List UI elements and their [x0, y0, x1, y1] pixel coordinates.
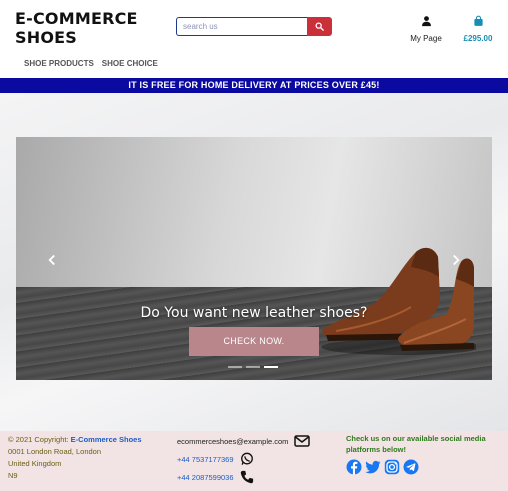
user-icon [421, 16, 431, 27]
carousel-indicator[interactable] [228, 366, 242, 368]
social-icons [346, 459, 501, 475]
site-footer: © 2021 Copyright: E-Commerce Shoes 0001 … [0, 431, 508, 491]
address-line-2: United Kingdom [8, 459, 62, 468]
carousel-caption: Do You want new leather shoes? [140, 305, 368, 321]
email-link[interactable]: ecommerceshoes@example.com [177, 437, 288, 446]
copyright-line: © 2021 Copyright: E-Commerce Shoes [8, 434, 142, 446]
phone-link[interactable]: +44 2087599036 [177, 473, 234, 482]
carousel-prev-button[interactable] [46, 253, 58, 266]
cart-total: £295.00 [463, 34, 493, 43]
check-now-button[interactable]: CHECK NOW. [189, 327, 319, 356]
whatsapp-icon[interactable] [240, 452, 254, 466]
carousel-indicator-active[interactable] [264, 366, 278, 368]
chevron-left-icon [48, 254, 55, 266]
address-line-1: 0001 London Road, London [8, 447, 102, 456]
search-icon [315, 22, 324, 31]
email-row: ecommerceshoes@example.com [177, 432, 311, 450]
carousel-indicator[interactable] [246, 366, 260, 368]
search-form [176, 17, 332, 36]
social-heading: Check us on our available social media p… [346, 434, 486, 454]
search-input[interactable] [176, 17, 307, 36]
chevron-right-icon [453, 254, 460, 266]
facebook-icon[interactable] [346, 459, 362, 475]
site-logo[interactable]: E-COMMERCE SHOES [15, 9, 138, 47]
whatsapp-row: +44 7537177369 [177, 450, 310, 468]
main-nav: SHOE PRODUCTS SHOE CHOICE [24, 59, 158, 68]
twitter-icon[interactable] [365, 459, 381, 475]
search-button[interactable] [307, 17, 332, 36]
instagram-icon[interactable] [384, 459, 400, 475]
brand-link[interactable]: E-Commerce Shoes [71, 435, 142, 444]
phone-row: +44 2087599036 [177, 468, 310, 486]
my-page-link[interactable]: My Page [408, 14, 444, 43]
whatsapp-link[interactable]: +44 7537177369 [177, 455, 234, 464]
cart-link[interactable]: £295.00 [461, 14, 495, 43]
leather-shoes-image [321, 247, 476, 355]
telegram-icon[interactable] [403, 459, 419, 475]
site-header: E-COMMERCE SHOES My Page £295.00 SHOE PR… [0, 0, 508, 78]
address-line-3: N9 [8, 471, 18, 480]
footer-social: Check us on our available social media p… [346, 433, 501, 475]
logo-line-2: SHOES [15, 28, 77, 47]
footer-contact-methods: ecommerceshoes@example.com +44 753717736… [177, 432, 311, 486]
footer-contact-address: © 2021 Copyright: E-Commerce Shoes 0001 … [8, 434, 142, 482]
envelope-icon[interactable] [294, 435, 311, 447]
logo-line-1: E-COMMERCE [15, 9, 138, 28]
shopping-bag-icon [473, 15, 483, 26]
check-now-label: CHECK NOW. [223, 336, 285, 346]
nav-item-shoe-products[interactable]: SHOE PRODUCTS [24, 59, 94, 68]
carousel-indicators [228, 366, 278, 368]
nav-item-shoe-choice[interactable]: SHOE CHOICE [102, 59, 158, 68]
my-page-label: My Page [410, 34, 442, 43]
phone-icon[interactable] [240, 470, 254, 484]
carousel-next-button[interactable] [450, 253, 462, 266]
copyright-text: © 2021 Copyright: [8, 435, 69, 444]
delivery-banner: IT IS FREE FOR HOME DELIVERY AT PRICES O… [0, 78, 508, 93]
hero-carousel: Do You want new leather shoes? CHECK NOW… [16, 137, 492, 380]
